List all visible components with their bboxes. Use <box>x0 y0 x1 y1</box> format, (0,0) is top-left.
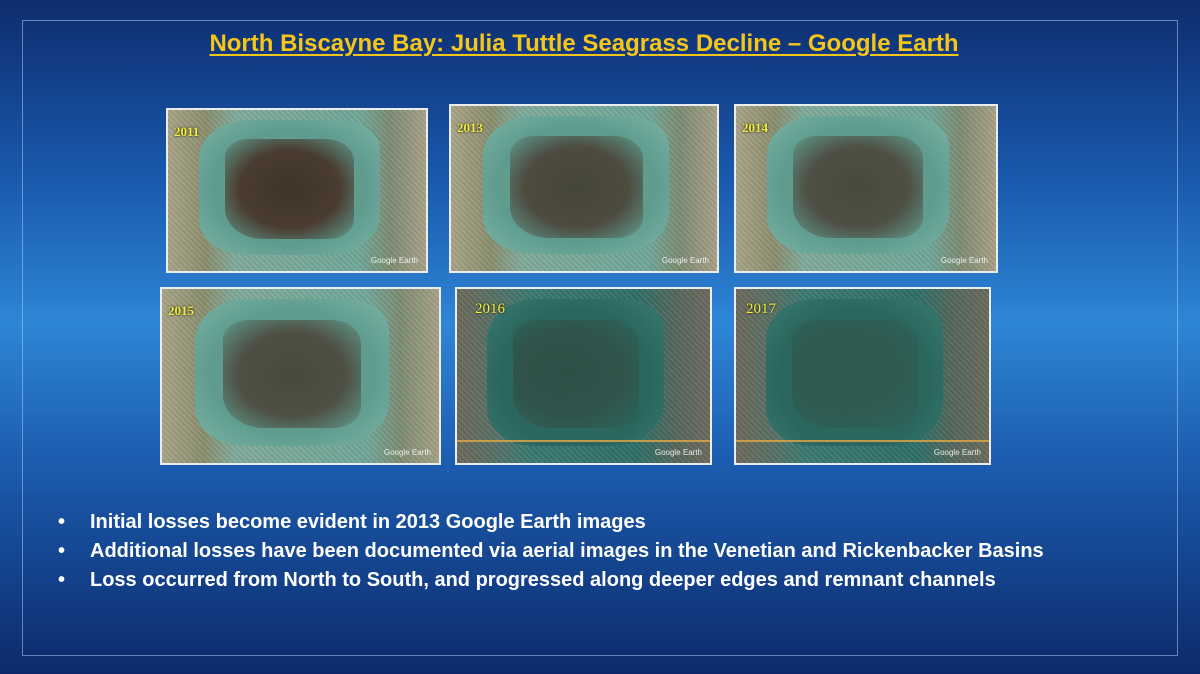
seagrass-area <box>793 135 924 238</box>
bullet-item: • Additional losses have been documented… <box>58 537 1168 566</box>
seagrass-area <box>509 135 643 238</box>
google-earth-watermark: Google Earth <box>370 256 418 265</box>
google-earth-watermark: Google Earth <box>383 448 431 457</box>
seagrass-area <box>222 320 362 429</box>
bullet-text: Loss occurred from North to South, and p… <box>90 569 996 591</box>
bullet-symbol: • <box>58 569 66 591</box>
year-label: 2011 <box>174 124 200 139</box>
year-label: 2013 <box>457 120 483 135</box>
year-label: 2016 <box>475 301 505 317</box>
year-label: 2014 <box>742 120 768 135</box>
satellite-image-2017: 2017 Google Earth <box>734 287 991 465</box>
seagrass-area <box>791 320 919 429</box>
google-earth-watermark: Google Earth <box>661 256 709 265</box>
bullet-item: • Loss occurred from North to South, and… <box>58 566 1168 595</box>
google-earth-watermark: Google Earth <box>654 448 702 457</box>
bullet-symbol: • <box>58 511 66 533</box>
satellite-image-2015: 2015 Google Earth <box>160 287 441 465</box>
bullet-list: • Initial losses become evident in 2013 … <box>58 508 1168 595</box>
bullet-item: • Initial losses become evident in 2013 … <box>58 508 1168 537</box>
seagrass-area <box>224 138 354 239</box>
slide-title: North Biscayne Bay: Julia Tuttle Seagras… <box>209 30 959 57</box>
bullet-symbol: • <box>58 540 66 562</box>
satellite-image-2016: 2016 Google Earth <box>455 287 712 465</box>
google-earth-watermark: Google Earth <box>933 448 981 457</box>
satellite-image-2011: 2011 Google Earth <box>166 108 428 273</box>
year-label: 2015 <box>168 303 194 318</box>
causeway-road <box>457 440 710 443</box>
satellite-image-2014: 2014 Google Earth <box>734 104 998 273</box>
causeway-road <box>736 440 989 443</box>
year-label: 2017 <box>746 301 776 317</box>
satellite-image-2013: 2013 Google Earth <box>449 104 719 273</box>
seagrass-area <box>512 320 640 429</box>
bullet-text: Additional losses have been documented v… <box>90 540 1044 562</box>
google-earth-watermark: Google Earth <box>940 256 988 265</box>
bullet-text: Initial losses become evident in 2013 Go… <box>90 511 646 533</box>
